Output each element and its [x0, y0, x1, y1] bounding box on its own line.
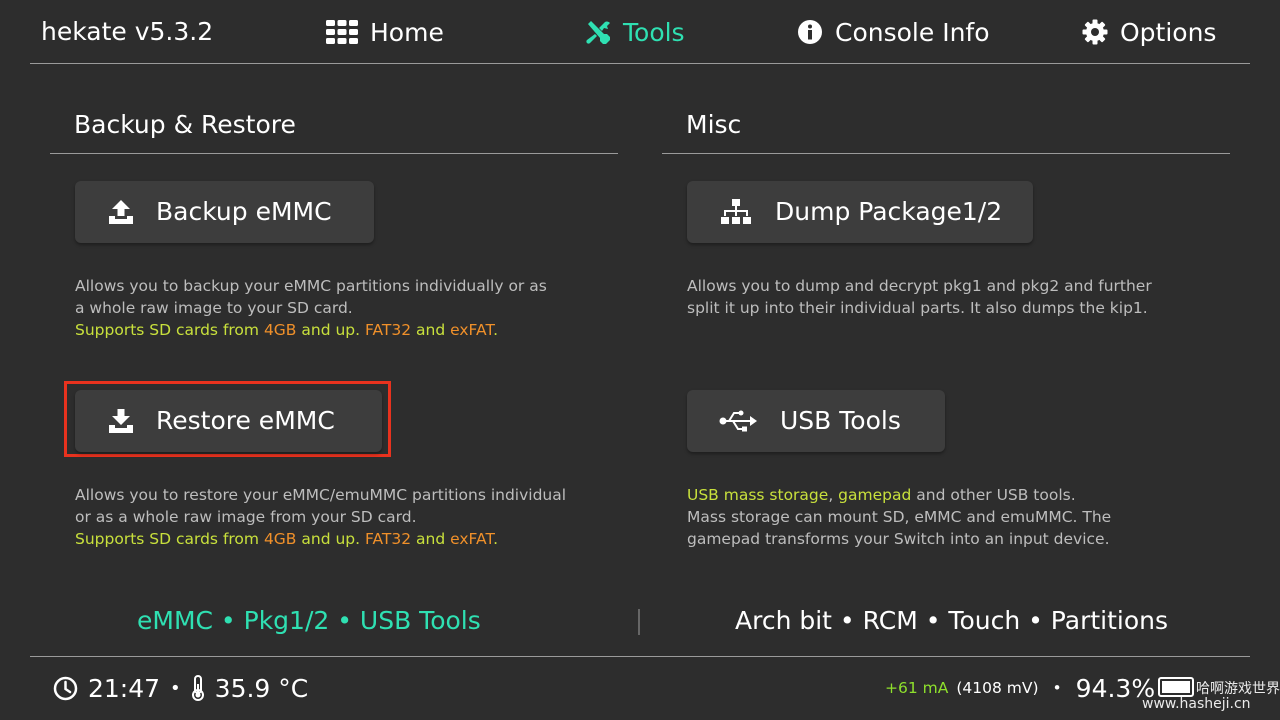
restore-description: Allows you to restore your eMMC/emuMMC p… [75, 484, 566, 550]
usb-tools-button[interactable]: USB Tools [687, 390, 945, 452]
battery-voltage: (4108 mV) [956, 679, 1039, 697]
quick-links-separator [638, 609, 640, 635]
tab-tools-label: Tools [623, 17, 685, 47]
info-icon [798, 20, 822, 44]
restore-desc-line1: Allows you to restore your eMMC/emuMMC p… [75, 486, 567, 504]
footer-divider [30, 656, 1250, 657]
status-clock-temp: 21:47 • 35.9 °C [53, 670, 308, 706]
usb-desc-line3: gamepad transforms your Switch into an i… [687, 530, 1110, 548]
status-temperature: 35.9 °C [214, 673, 309, 703]
usb-desc-line1: USB mass storage, gamepad and other USB … [687, 486, 1076, 504]
download-icon [109, 409, 133, 433]
section-title-backup-restore: Backup & Restore [74, 110, 296, 139]
backup-emmc-label: Backup eMMC [156, 197, 332, 226]
dump-desc-line2: split it up into their individual parts.… [687, 299, 1148, 317]
backup-emmc-button[interactable]: Backup eMMC [75, 181, 374, 243]
dump-package-label: Dump Package1/2 [775, 197, 1003, 226]
backup-desc-line3: Supports SD cards from 4GB and up. FAT32… [75, 321, 499, 339]
usb-icon [719, 410, 757, 432]
section-divider-backup-restore [50, 153, 618, 154]
tools-icon [586, 21, 610, 44]
battery-icon [1158, 677, 1194, 697]
backup-desc-line1: Allows you to backup your eMMC partition… [75, 277, 547, 295]
tab-console-info[interactable]: Console Info [797, 14, 990, 50]
watermark-url: www.hasheji.cn [1142, 696, 1251, 712]
sitemap-icon [721, 199, 751, 224]
section-divider-misc [662, 153, 1230, 154]
status-separator: • [170, 677, 181, 699]
dump-desc-line1: Allows you to dump and decrypt pkg1 and … [687, 277, 1152, 295]
dump-description: Allows you to dump and decrypt pkg1 and … [687, 275, 1152, 319]
tab-options-label: Options [1120, 17, 1217, 47]
backup-description: Allows you to backup your eMMC partition… [75, 275, 547, 341]
header-divider [30, 63, 1250, 64]
restore-desc-line2: or as a whole raw image from your SD car… [75, 508, 417, 526]
watermark-title: 哈啊游戏世界 [1196, 681, 1280, 697]
upload-icon [109, 200, 133, 224]
thermometer-icon [191, 675, 204, 701]
quick-links-info: Arch bit • RCM • Touch • Partitions [735, 606, 1169, 635]
battery-separator: • [1052, 679, 1062, 697]
tab-tools[interactable]: Tools [585, 14, 685, 50]
tab-home[interactable]: Home [326, 14, 444, 50]
quick-links-tools: eMMC • Pkg1/2 • USB Tools [137, 606, 481, 635]
dump-package-button[interactable]: Dump Package1/2 [687, 181, 1033, 243]
clock-icon [53, 676, 78, 700]
tab-console-info-label: Console Info [835, 17, 990, 47]
status-battery: +61 mA (4108 mV) • 94.3% [885, 670, 1155, 706]
restore-emmc-label: Restore eMMC [156, 406, 335, 435]
usb-desc-line2: Mass storage can mount SD, eMMC and emuM… [687, 508, 1112, 526]
section-title-misc: Misc [686, 110, 742, 139]
usb-description: USB mass storage, gamepad and other USB … [687, 484, 1111, 550]
gear-icon [1082, 19, 1108, 45]
restore-emmc-button[interactable]: Restore eMMC [75, 390, 382, 452]
usb-tools-label: USB Tools [780, 406, 901, 435]
tab-options[interactable]: Options [1082, 14, 1216, 50]
app-title: hekate v5.3.2 [41, 17, 214, 46]
battery-current: +61 mA [885, 679, 949, 697]
status-time: 21:47 [88, 673, 161, 703]
grid-icon [326, 20, 358, 44]
tab-home-label: Home [370, 17, 444, 47]
restore-desc-line3: Supports SD cards from 4GB and up. FAT32… [75, 530, 499, 548]
backup-desc-line2: a whole raw image to your SD card. [75, 299, 353, 317]
